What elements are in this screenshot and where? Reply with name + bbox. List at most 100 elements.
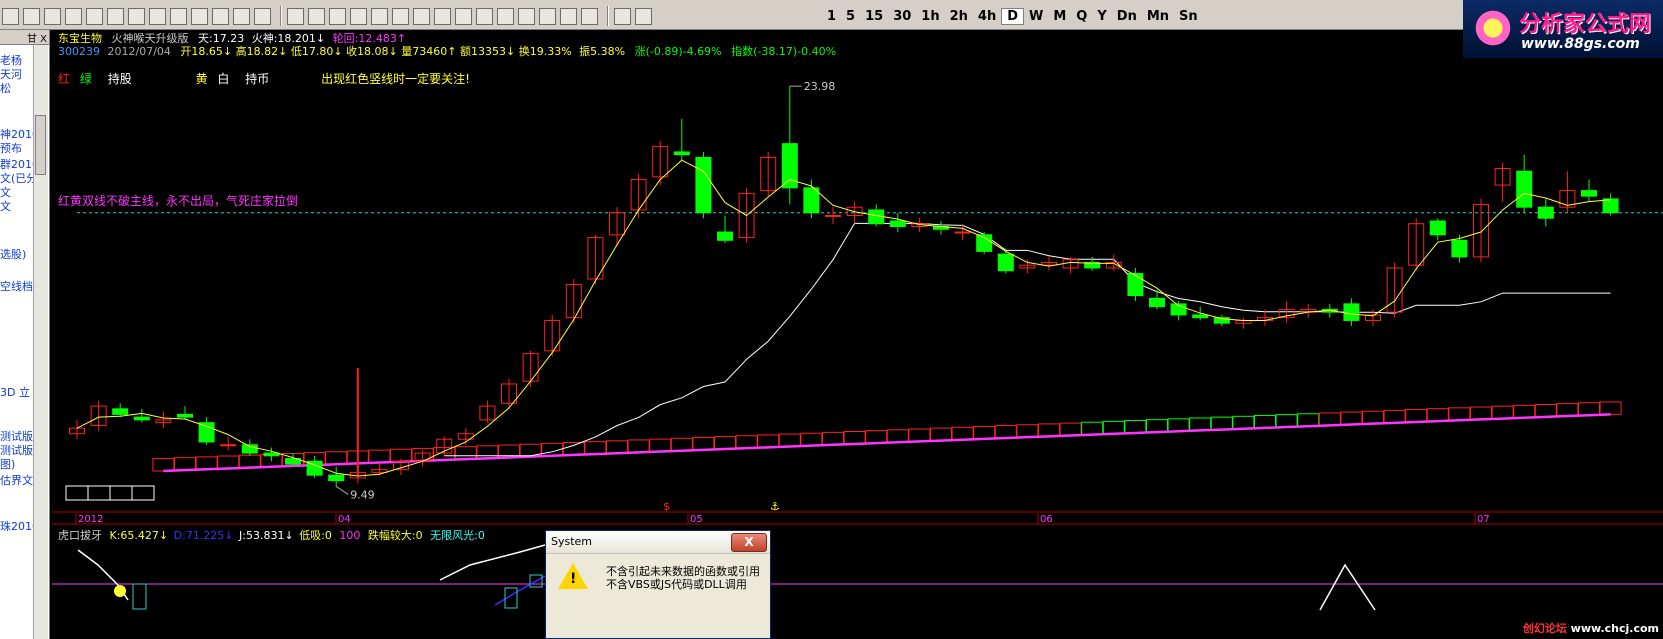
- support-box: [627, 439, 650, 453]
- support-box: [1470, 406, 1492, 420]
- candle-body[interactable]: [803, 187, 820, 214]
- lower-indicator-name: 虎口拔牙: [58, 529, 102, 542]
- support-box: [454, 446, 477, 460]
- support-box: [1534, 403, 1557, 418]
- support-box: [174, 457, 196, 471]
- candle-body[interactable]: [1429, 220, 1446, 236]
- candle-body[interactable]: [241, 444, 258, 454]
- support-box: [1448, 407, 1471, 421]
- low-label-leader: [335, 486, 349, 495]
- k-value: K:65.427↓: [109, 529, 169, 542]
- candle-body[interactable]: [328, 474, 345, 482]
- candle-body[interactable]: [1192, 314, 1209, 319]
- support-box: [606, 440, 628, 454]
- support-box: [1405, 409, 1428, 423]
- support-box: [1383, 409, 1406, 424]
- support-box: [822, 431, 844, 446]
- candle-body[interactable]: [1127, 272, 1144, 297]
- legend-white: 白: [217, 72, 230, 86]
- support-box: [973, 425, 996, 440]
- open-value: 开18.65↓: [180, 45, 233, 58]
- low-price-label: 9.49: [350, 488, 375, 501]
- oscillator-d-line: [494, 575, 546, 606]
- candle-body[interactable]: [825, 214, 841, 217]
- support-box: [1232, 415, 1255, 430]
- legend-cash: 持币: [245, 72, 270, 86]
- candle-body[interactable]: [1581, 190, 1597, 197]
- turnover-value: 换19.33%: [518, 45, 572, 58]
- support-box: [1124, 420, 1147, 434]
- candle-body[interactable]: [673, 151, 690, 156]
- candle-body[interactable]: [133, 416, 150, 421]
- support-box: [930, 427, 952, 442]
- support-box: [1362, 410, 1384, 425]
- dialog-line2: 不含VBS或JS代码或DLL调用: [606, 578, 747, 591]
- candle-body[interactable]: [177, 413, 193, 418]
- support-box: [865, 430, 888, 444]
- candle-body[interactable]: [1149, 297, 1165, 308]
- support-box: [1556, 403, 1579, 417]
- stock-info-line: 东宝生物 火神喉天升级版 天:17.23 火神:18.201↓ 轮回:12.48…: [58, 30, 406, 45]
- support-box: [152, 458, 175, 472]
- support-box: [1297, 413, 1320, 427]
- support-box: [800, 432, 823, 447]
- candle-body[interactable]: [695, 156, 712, 214]
- support-box: [1146, 419, 1168, 433]
- dialog-line1: 不含引起未来数据的函数或引用: [606, 565, 760, 578]
- candle-body[interactable]: [220, 444, 237, 447]
- close-value: 收18.08↓: [346, 45, 398, 58]
- support-box: [1275, 414, 1298, 428]
- candle-body[interactable]: [954, 231, 971, 234]
- support-box: [1491, 405, 1514, 420]
- change-value: 涨(-0.89)-4.69%: [634, 45, 722, 58]
- support-box: [886, 429, 909, 443]
- legend-alert: 出现红色竖线时一定要关注!: [321, 72, 470, 86]
- high-value: 高18.82↓: [235, 45, 288, 58]
- cash-box: [65, 485, 89, 501]
- time-axis-label: 05: [690, 514, 703, 525]
- oscillator-bar: [132, 583, 147, 610]
- support-box: [1426, 408, 1449, 422]
- support-box: [1102, 420, 1125, 435]
- cash-box: [109, 485, 133, 501]
- candle-body[interactable]: [1537, 206, 1554, 219]
- support-box: [325, 451, 348, 465]
- support-box: [217, 455, 240, 469]
- time-axis-label: 2012: [78, 514, 103, 525]
- candle-body[interactable]: [1343, 303, 1360, 321]
- dialog-titlebar[interactable]: System X: [546, 531, 770, 554]
- strategy-note: 红黄双线不破主线，永不出局，气死庄家拉倒: [58, 194, 299, 208]
- candle-body[interactable]: [889, 220, 906, 228]
- support-box: [757, 434, 780, 448]
- candle-body[interactable]: [263, 452, 280, 457]
- candle-body[interactable]: [717, 231, 733, 241]
- price-chart[interactable]: 23.98 9.49 2012 04 05 06 07 $ ⚓: [0, 0, 1663, 639]
- dollar-marker: $: [663, 500, 670, 513]
- support-box: [1210, 416, 1233, 431]
- j-value: J:53.831↓: [239, 529, 294, 542]
- signal-legend: 红 绿 持股 黄 白 持币 出现红色竖线时一定要关注!: [58, 70, 470, 87]
- candle-body[interactable]: [112, 408, 129, 415]
- support-box: [476, 445, 499, 459]
- system-dialog: System X ! 不含引起未来数据的函数或引用 不含VBS或JS代码或DLL…: [545, 530, 771, 639]
- support-box: [670, 437, 693, 452]
- support-box: [1578, 402, 1600, 416]
- quote-info-line: 300239 2012/07/04 开18.65↓ 高18.82↓ 低17.80…: [58, 43, 837, 58]
- candle-body[interactable]: [997, 253, 1014, 272]
- cash-box: [87, 485, 111, 501]
- support-box: [584, 441, 607, 455]
- cash-box: [131, 485, 155, 501]
- support-box: [908, 428, 931, 442]
- candle-body[interactable]: [1602, 198, 1619, 214]
- lower-indicator-info: 虎口拔牙 K:65.427↓ D:71.225↓ J:53.831↓ 低吸:0 …: [58, 527, 485, 543]
- support-box: [238, 454, 261, 469]
- index-value: 指数(-38.17)-0.40%: [731, 45, 837, 58]
- watermark-url: www.chcj.com: [1570, 622, 1659, 635]
- candle-body[interactable]: [198, 422, 215, 443]
- quote-date: 2012/07/04: [107, 45, 171, 58]
- stock-code: 300239: [58, 45, 100, 58]
- candle-body[interactable]: [1516, 170, 1533, 208]
- support-box: [368, 449, 391, 464]
- candle-body[interactable]: [1451, 239, 1468, 258]
- dialog-close-button[interactable]: X: [731, 533, 767, 552]
